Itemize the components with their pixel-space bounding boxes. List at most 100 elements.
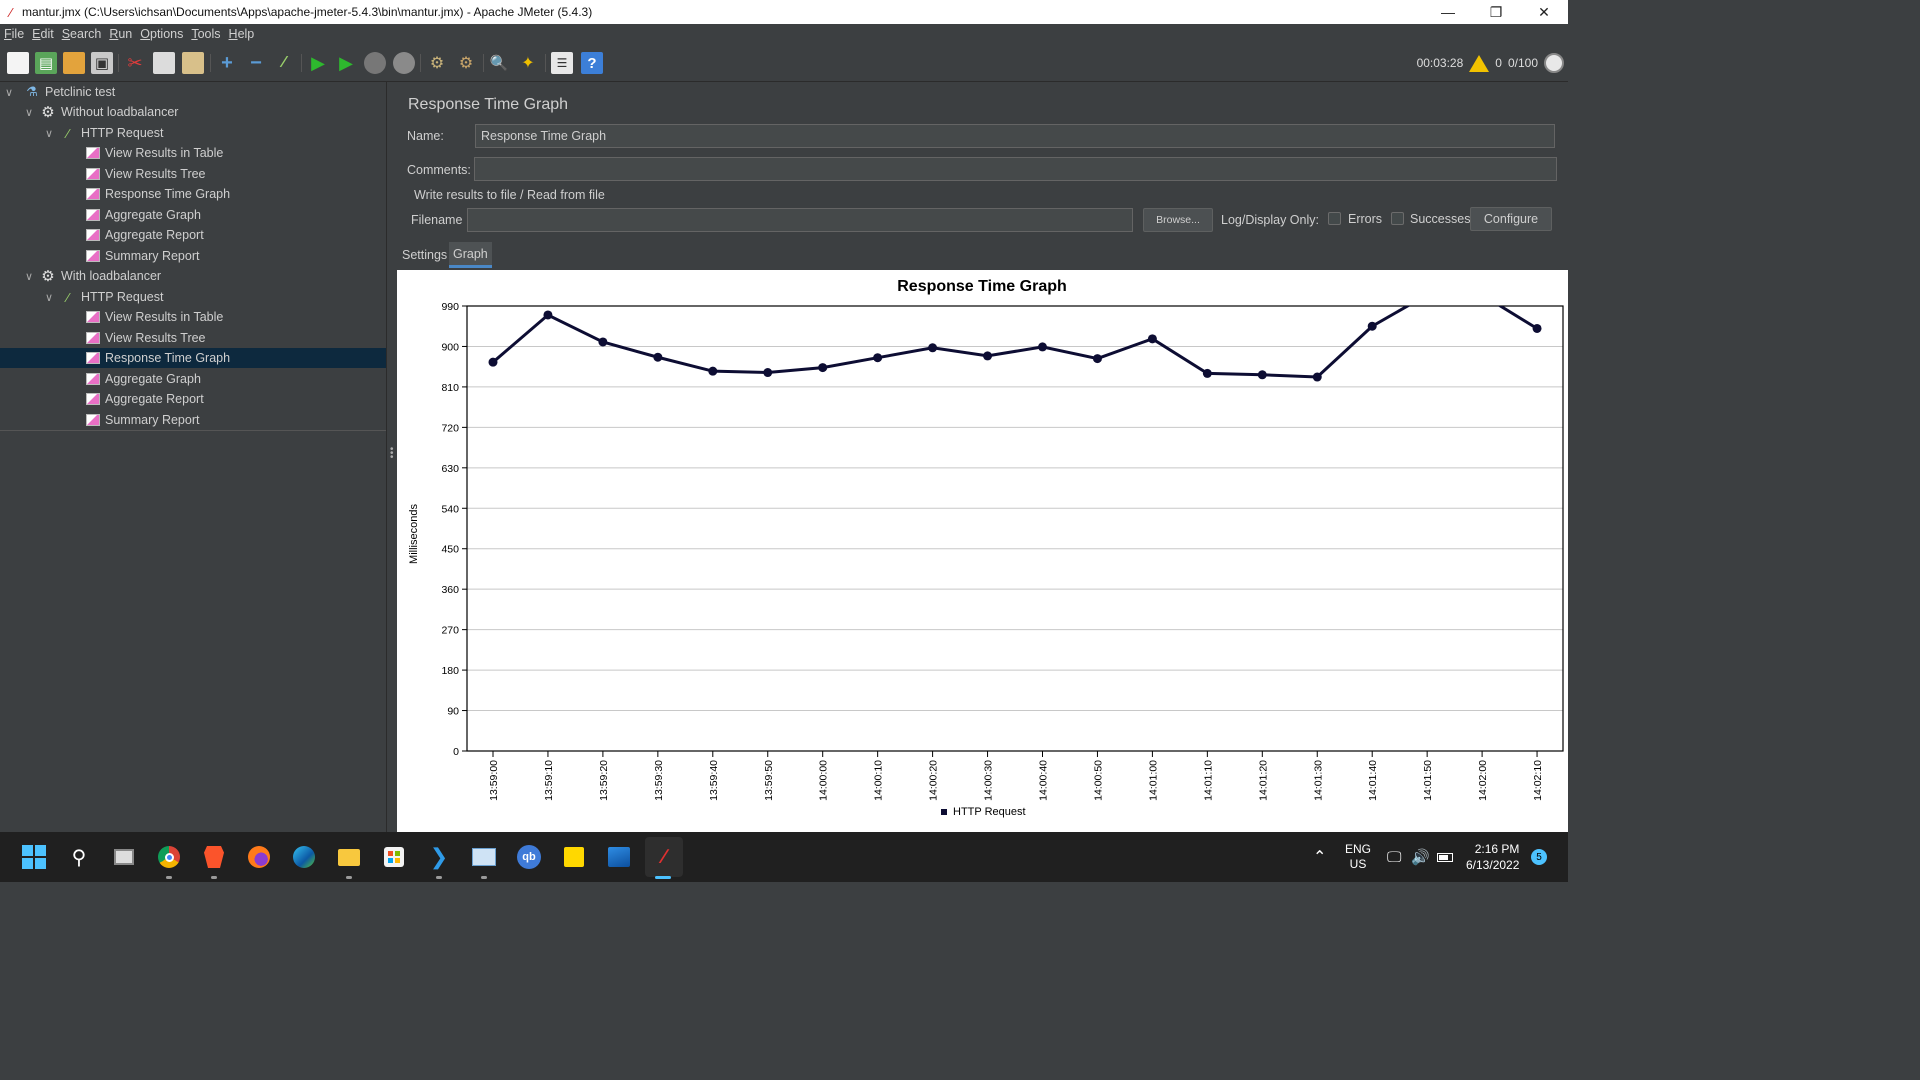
save-icon[interactable]: ▣	[91, 52, 113, 74]
function-helper-icon[interactable]: ☰	[551, 52, 573, 74]
tree-item-petclinic-test[interactable]: ∨ ⚗ Petclinic test	[2, 82, 115, 102]
tree-item-view-results-table[interactable]: View Results in Table	[86, 307, 223, 327]
tree-item-response-time-graph[interactable]: Response Time Graph	[86, 184, 230, 204]
chevron-down-icon[interactable]: ∨	[42, 291, 56, 304]
expand-icon[interactable]: +	[216, 52, 238, 74]
data-point	[1532, 323, 1542, 333]
menu-edit[interactable]: Edit	[32, 27, 54, 41]
start-no-pause-icon[interactable]: ▶	[335, 52, 357, 74]
battery-icon[interactable]	[1437, 832, 1453, 882]
new-icon[interactable]	[7, 52, 29, 74]
menu-tools[interactable]: Tools	[191, 27, 220, 41]
clock-date: 6/13/2022	[1466, 858, 1520, 872]
chevron-down-icon[interactable]: ∨	[22, 270, 36, 283]
y-tick-label: 450	[441, 544, 459, 556]
windows-start-icon[interactable]	[21, 844, 47, 870]
chevron-down-icon[interactable]: ∨	[22, 106, 36, 119]
remote-start-icon[interactable]	[1544, 53, 1564, 73]
clear-icon[interactable]: ⚙	[426, 52, 448, 74]
tree-item-aggregate-graph[interactable]: Aggregate Graph	[86, 205, 201, 225]
qbittorrent-icon[interactable]: qb	[516, 844, 542, 870]
tree-item-view-results-tree[interactable]: View Results Tree	[86, 328, 206, 348]
tree-item-http-request[interactable]: ∨ ∕ HTTP Request	[42, 287, 163, 307]
browse-button[interactable]: Browse...	[1143, 208, 1213, 232]
data-point	[1257, 370, 1267, 380]
photos-icon[interactable]	[606, 844, 632, 870]
x-tick-label: 13:59:30	[653, 760, 665, 801]
notification-badge[interactable]: 5	[1531, 832, 1547, 882]
shutdown-icon[interactable]	[393, 52, 415, 74]
split-pane-divider[interactable]: • • •	[386, 82, 396, 832]
chevron-down-icon[interactable]: ∨	[2, 86, 16, 99]
cut-icon[interactable]: ✂	[124, 52, 146, 74]
tree-item-summary-report[interactable]: Summary Report	[86, 246, 199, 266]
tree-item-label: View Results Tree	[105, 331, 206, 345]
drag-handle-icon[interactable]: • • •	[390, 445, 394, 463]
tree-item-aggregate-graph[interactable]: Aggregate Graph	[86, 369, 201, 389]
search-icon[interactable]: 🔍	[488, 52, 510, 74]
graph-icon	[86, 147, 100, 159]
brave-icon[interactable]	[201, 844, 227, 870]
tree-item-summary-report[interactable]: Summary Report	[86, 410, 199, 430]
warning-icon[interactable]	[1469, 54, 1490, 72]
firefox-icon[interactable]	[246, 844, 272, 870]
templates-icon[interactable]: ▤	[35, 52, 57, 74]
help-icon[interactable]: ?	[581, 52, 603, 74]
clock[interactable]: 2:16 PM 6/13/2022	[1466, 832, 1519, 882]
successes-checkbox[interactable]	[1391, 212, 1404, 225]
open-icon[interactable]	[63, 52, 85, 74]
menu-file[interactable]: File	[4, 27, 24, 41]
tree-item-http-request[interactable]: ∨ ∕ HTTP Request	[42, 123, 163, 143]
menu-options[interactable]: Options	[140, 27, 183, 41]
start-icon[interactable]: ▶	[307, 52, 329, 74]
clear-all-icon[interactable]: ⚙	[455, 52, 477, 74]
tree-item-response-time-graph-selected[interactable]: Response Time Graph	[0, 348, 386, 368]
comments-input[interactable]	[474, 157, 1557, 181]
response-time-graph-panel: Response Time Graph Name: Comments: Writ…	[397, 82, 1568, 832]
tree-item-aggregate-report[interactable]: Aggregate Report	[86, 389, 204, 409]
close-button[interactable]: ✕	[1520, 0, 1568, 24]
tree-item-view-results-tree[interactable]: View Results Tree	[86, 164, 206, 184]
vscode-icon[interactable]: ❯	[426, 844, 452, 870]
language-indicator[interactable]: ENG US	[1345, 832, 1371, 882]
store-icon[interactable]	[381, 844, 407, 870]
toggle-icon[interactable]: ∕	[273, 52, 295, 74]
errors-checkbox[interactable]	[1328, 212, 1341, 225]
filename-input[interactable]	[467, 208, 1133, 232]
collapse-icon[interactable]: −	[245, 52, 267, 74]
volume-icon[interactable]: 🔊	[1411, 832, 1430, 882]
reset-search-icon[interactable]: ✦	[517, 52, 539, 74]
tree-item-aggregate-report[interactable]: Aggregate Report	[86, 225, 204, 245]
copy-icon[interactable]	[153, 52, 175, 74]
search-icon[interactable]: ⚲	[66, 844, 92, 870]
tree-item-without-loadbalancer[interactable]: ∨ ⚙ Without loadbalancer	[22, 102, 178, 122]
task-view-icon[interactable]	[111, 844, 137, 870]
tab-settings[interactable]: Settings	[398, 242, 451, 268]
chart-title: Response Time Graph	[897, 278, 1067, 295]
minimize-button[interactable]: —	[1424, 0, 1472, 24]
menu-help[interactable]: Help	[229, 27, 255, 41]
data-point	[983, 351, 993, 361]
menu-run[interactable]: Run	[109, 27, 132, 41]
resource-monitor-icon[interactable]	[471, 844, 497, 870]
network-icon[interactable]: 🖵	[1387, 832, 1401, 882]
menu-search[interactable]: Search	[62, 27, 102, 41]
show-hidden-icons-chevron-up-icon[interactable]: ⌃	[1313, 832, 1326, 882]
data-point	[1092, 354, 1102, 364]
name-input[interactable]	[475, 124, 1555, 148]
tree-item-with-loadbalancer[interactable]: ∨ ⚙ With loadbalancer	[22, 266, 161, 286]
restore-button[interactable]: ❐	[1472, 0, 1520, 24]
data-point	[1038, 342, 1047, 352]
chevron-down-icon[interactable]: ∨	[42, 127, 56, 140]
tab-graph[interactable]: Graph	[449, 242, 492, 268]
configure-button[interactable]: Configure	[1470, 207, 1552, 231]
tree-item-view-results-table[interactable]: View Results in Table	[86, 143, 223, 163]
chrome-icon[interactable]	[156, 844, 182, 870]
sticky-notes-icon[interactable]	[561, 844, 587, 870]
paste-icon[interactable]	[182, 52, 204, 74]
file-explorer-icon[interactable]	[336, 844, 362, 870]
edge-icon[interactable]	[291, 844, 317, 870]
jmeter-taskbar-icon[interactable]: ∕	[645, 837, 683, 877]
stop-icon[interactable]	[364, 52, 386, 74]
language-code: ENG	[1345, 842, 1372, 856]
